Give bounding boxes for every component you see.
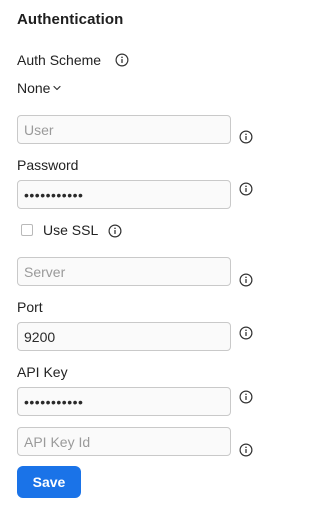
- api-key-id-input[interactable]: API Key Id: [17, 427, 231, 456]
- api-key-id-placeholder: API Key Id: [24, 433, 91, 450]
- server-input[interactable]: Server: [17, 257, 231, 286]
- port-input[interactable]: 9200: [17, 322, 231, 351]
- password-info-icon[interactable]: [239, 182, 253, 196]
- section-title: Authentication: [17, 11, 124, 28]
- server-info-icon[interactable]: [239, 273, 253, 287]
- password-label: Password: [17, 157, 79, 173]
- use-ssl-label: Use SSL: [43, 222, 99, 238]
- use-ssl-checkbox[interactable]: [21, 224, 33, 236]
- auth-scheme-value: None: [17, 80, 51, 96]
- auth-scheme-label: Auth Scheme: [17, 52, 102, 68]
- api-key-info-icon[interactable]: [239, 390, 253, 404]
- api-key-value: •••••••••••: [24, 393, 84, 410]
- user-info-icon[interactable]: [239, 130, 253, 144]
- auth-scheme-info-icon[interactable]: [115, 53, 129, 67]
- password-value: •••••••••••: [24, 186, 84, 203]
- port-label: Port: [17, 299, 43, 315]
- use-ssl-info-icon[interactable]: [108, 224, 122, 238]
- server-placeholder: Server: [24, 263, 66, 280]
- auth-scheme-dropdown[interactable]: None: [17, 80, 62, 96]
- port-value: 9200: [24, 328, 56, 345]
- save-button[interactable]: Save: [17, 466, 81, 498]
- chevron-down-icon: [53, 85, 62, 91]
- user-placeholder: User: [24, 121, 54, 138]
- password-input[interactable]: •••••••••••: [17, 180, 231, 209]
- api-key-label: API Key: [17, 364, 68, 380]
- port-info-icon[interactable]: [239, 326, 253, 340]
- api-key-id-info-icon[interactable]: [239, 443, 253, 457]
- api-key-input[interactable]: •••••••••••: [17, 387, 231, 416]
- user-input[interactable]: User: [17, 115, 231, 144]
